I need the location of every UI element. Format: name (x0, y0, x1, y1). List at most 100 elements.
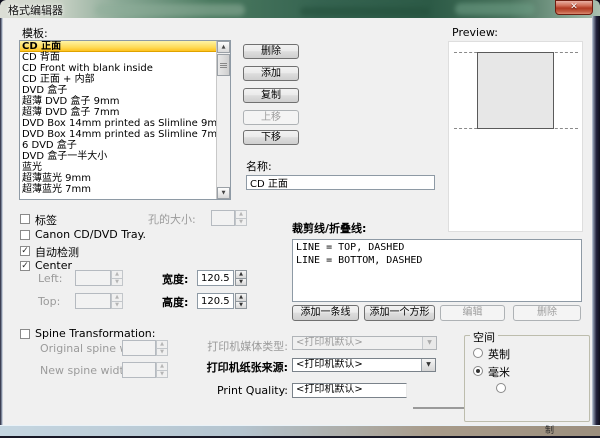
trim-lines-listbox[interactable]: LINE = TOP, DASHED LINE = BOTTOM, DASHED (292, 239, 582, 302)
top-spinner[interactable]: ▲▼ (111, 293, 123, 309)
original-spine-width-input[interactable] (122, 340, 156, 356)
spinner-down-icon: ▼ (156, 371, 168, 379)
list-item[interactable]: 超薄蓝光 9mm (20, 173, 230, 184)
width-spinner[interactable]: ▲▼ (235, 270, 247, 286)
list-item-selected[interactable]: CD 正面 (20, 41, 230, 52)
center-checkbox[interactable]: ✓ (20, 261, 30, 271)
list-item[interactable]: DVD 盒子一半大小 (20, 151, 230, 162)
spine-transformation-label: Spine Transformation: (35, 327, 156, 340)
list-item[interactable]: DVD 盒子 (20, 85, 230, 96)
trim-line-entry[interactable]: LINE = TOP, DASHED (296, 241, 578, 254)
trim-line-entry[interactable]: LINE = BOTTOM, DASHED (296, 254, 578, 267)
chevron-down-icon: ▼ (421, 359, 435, 371)
glass-blob (300, 7, 430, 16)
list-item[interactable]: 超薄 DVD 盒子 9mm (20, 96, 230, 107)
spine-transformation-checkbox[interactable] (20, 329, 30, 339)
auto-detect-checkbox[interactable]: ✓ (20, 246, 30, 256)
paper-source-value: <打印机默认> (293, 359, 421, 371)
scroll-up-button[interactable]: ▲ (217, 41, 230, 53)
preview-template-shape (477, 52, 554, 129)
repaint-artifact-line (413, 407, 465, 409)
spinner-down-icon: ▼ (235, 279, 247, 287)
spinner-up-icon: ▲ (111, 293, 123, 302)
new-spine-width-spinner[interactable]: ▲▼ (156, 362, 168, 378)
window-border-left (0, 18, 3, 425)
height-spinner[interactable]: ▲▼ (235, 293, 247, 309)
glass-blob (455, 3, 535, 15)
list-item[interactable]: CD 正面 + 内部 (20, 74, 230, 85)
hole-size-spinner[interactable]: ▲▼ (235, 210, 247, 226)
scroll-up-icon: ▲ (222, 44, 226, 50)
list-item[interactable]: 超薄 DVD 盒子 7mm (20, 107, 230, 118)
stray-radio-artifact[interactable] (496, 383, 506, 393)
checkmark-icon: ✓ (21, 261, 29, 271)
height-input[interactable] (197, 293, 234, 309)
window-border-right (592, 16, 600, 425)
move-up-button[interactable]: 上移 (243, 110, 299, 125)
original-spine-width-spinner[interactable]: ▲▼ (156, 340, 168, 356)
width-input[interactable] (197, 270, 234, 286)
imperial-radio[interactable] (473, 348, 483, 358)
list-item[interactable]: DVD Box 14mm printed as Slimline 9mm (20, 118, 230, 129)
label-checkbox-label: 标签 (35, 212, 57, 228)
spinner-up-icon: ▲ (156, 362, 168, 371)
spinner-up-icon: ▲ (235, 293, 247, 302)
spinner-up-icon: ▲ (111, 270, 123, 279)
canon-tray-label: Canon CD/DVD Tray. (35, 228, 146, 241)
edit-line-button[interactable]: 编辑 (440, 305, 505, 321)
add-square-button[interactable]: 添加一个方形 (364, 305, 435, 321)
spinner-up-icon: ▲ (235, 270, 247, 279)
templates-listbox[interactable]: CD 正面 CD 背面 CD Front with blank inside C… (19, 40, 231, 200)
spinner-down-icon: ▼ (111, 279, 123, 287)
height-label: 高度: (162, 294, 188, 310)
scrollbar-thumb[interactable] (217, 54, 230, 76)
canon-tray-checkbox[interactable] (20, 230, 30, 240)
list-item[interactable]: 超薄蓝光 7mm (20, 184, 230, 195)
add-template-button[interactable]: 添加 (243, 66, 299, 81)
format-editor-dialog: 格式编辑器 ✕ 模板: CD 正面 CD 背面 CD Front with bl… (0, 0, 600, 438)
list-item[interactable]: 6 DVD 盒子 (20, 140, 230, 151)
paper-source-label: 打印机纸张来源: (180, 359, 288, 375)
delete-template-button[interactable]: 删除 (243, 44, 299, 59)
media-type-combobox[interactable]: <打印机默认> ▼ (292, 336, 437, 350)
print-quality-combobox[interactable]: <打印机默认> (292, 383, 407, 398)
trim-lines-label: 裁剪线/折叠线: (292, 220, 366, 236)
spinner-up-icon: ▲ (235, 210, 247, 219)
media-type-value: <打印机默认> (293, 337, 422, 349)
checkmark-icon: ✓ (21, 246, 29, 256)
preview-label: Preview: (452, 26, 498, 39)
label-checkbox[interactable] (20, 214, 30, 224)
hole-size-input[interactable] (211, 210, 235, 226)
new-spine-width-input[interactable] (122, 362, 156, 378)
list-item[interactable]: DVD Box 14mm printed as Slimline 7mm (20, 129, 230, 140)
name-input[interactable] (246, 175, 435, 190)
list-item[interactable]: CD Front with blank inside (20, 63, 230, 74)
list-item[interactable]: CD 背面 (20, 52, 230, 63)
scrollbar[interactable]: ▲ ▼ (216, 41, 230, 199)
move-down-button[interactable]: 下移 (243, 130, 299, 145)
width-label: 宽度: (162, 271, 188, 287)
imperial-radio-label: 英制 (488, 346, 510, 362)
top-input[interactable] (75, 293, 111, 309)
center-label: Center (35, 259, 72, 272)
name-label: 名称: (246, 158, 272, 174)
print-quality-value: <打印机默认> (293, 384, 406, 397)
scroll-down-button[interactable]: ▼ (217, 187, 230, 199)
title-bar[interactable] (0, 0, 600, 18)
units-groupbox (464, 335, 590, 422)
hole-size-label: 孔的大小: (148, 211, 196, 227)
spinner-down-icon: ▼ (235, 302, 247, 310)
close-button[interactable]: ✕ (555, 0, 593, 15)
left-input[interactable] (75, 270, 111, 286)
metric-radio[interactable] (473, 366, 483, 376)
add-line-button[interactable]: 添加一条线 (292, 305, 359, 321)
metric-radio-label: 毫米 (488, 364, 510, 380)
paper-source-combobox[interactable]: <打印机默认> ▼ (292, 358, 436, 372)
copy-template-button[interactable]: 复制 (243, 88, 299, 103)
auto-detect-label: 自动检测 (35, 244, 79, 260)
top-label: Top: (38, 295, 60, 308)
delete-line-button[interactable]: 删除 (513, 305, 581, 321)
left-spinner[interactable]: ▲▼ (111, 270, 123, 286)
window-border-bottom: 制 (0, 425, 600, 438)
list-item[interactable]: 蓝光 (20, 162, 230, 173)
